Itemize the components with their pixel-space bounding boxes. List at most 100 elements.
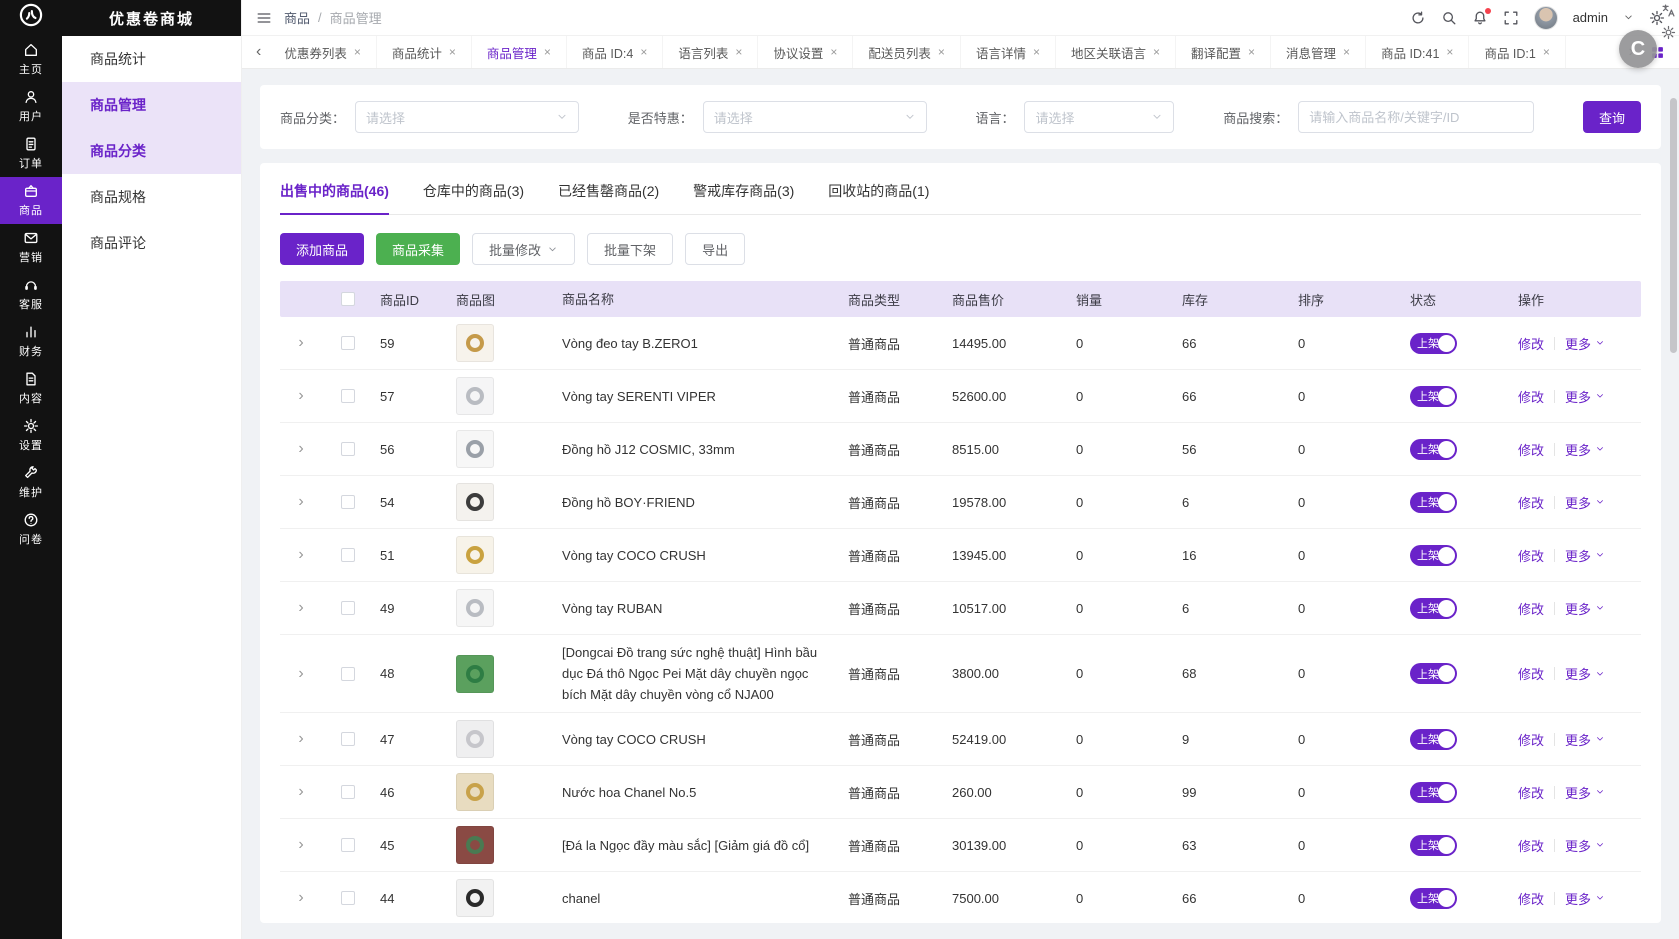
status-toggle[interactable]: 上架 (1410, 544, 1457, 566)
page-tab[interactable]: 商品管理 × (472, 36, 567, 68)
product-image[interactable] (456, 483, 494, 521)
row-checkbox[interactable] (341, 389, 355, 403)
row-checkbox[interactable] (341, 601, 355, 615)
edit-link[interactable]: 修改 (1518, 493, 1544, 512)
avatar[interactable] (1533, 5, 1558, 30)
row-expand-icon[interactable]: › (298, 730, 303, 748)
more-link[interactable]: 更多 (1565, 493, 1605, 512)
status-toggle[interactable]: 上架 (1410, 385, 1457, 407)
rail-item[interactable]: 维护 (0, 459, 62, 506)
rail-item[interactable]: 主页 (0, 36, 62, 83)
row-expand-icon[interactable]: › (298, 334, 303, 352)
status-toggle[interactable]: 上架 (1410, 834, 1457, 856)
breadcrumb-parent[interactable]: 商品 (284, 8, 310, 27)
fullscreen-icon[interactable] (1503, 10, 1519, 26)
tab-close-icon[interactable]: × (938, 45, 945, 59)
edit-link[interactable]: 修改 (1518, 783, 1544, 802)
more-link[interactable]: 更多 (1565, 730, 1605, 749)
page-tab[interactable]: 协议设置 × (758, 36, 854, 68)
row-checkbox[interactable] (341, 548, 355, 562)
page-tab[interactable]: 商品 ID:1 × (1469, 36, 1566, 68)
product-status-tab[interactable]: 警戒库存商品(3) (693, 181, 794, 214)
vertical-scrollbar-thumb[interactable] (1670, 98, 1677, 353)
app-logo[interactable] (0, 0, 62, 36)
more-link[interactable]: 更多 (1565, 334, 1605, 353)
row-checkbox[interactable] (341, 891, 355, 905)
rail-item[interactable]: 订单 (0, 130, 62, 177)
sidebar-item[interactable]: 商品评论 (62, 220, 241, 266)
row-expand-icon[interactable]: › (298, 599, 303, 617)
page-tab[interactable]: 地区关联语言 × (1056, 36, 1176, 68)
product-image[interactable] (456, 589, 494, 627)
row-checkbox[interactable] (341, 732, 355, 746)
product-image[interactable] (456, 720, 494, 758)
sidebar-item[interactable]: 商品分类 (62, 128, 241, 174)
sidebar-item[interactable]: 商品统计 (62, 36, 241, 82)
sidebar-item[interactable]: 商品管理 (62, 82, 241, 128)
more-link[interactable]: 更多 (1565, 664, 1605, 683)
tab-close-icon[interactable]: × (449, 45, 456, 59)
refresh-icon[interactable] (1410, 10, 1426, 26)
status-toggle[interactable]: 上架 (1410, 597, 1457, 619)
status-toggle[interactable]: 上架 (1410, 781, 1457, 803)
sidebar-item[interactable]: 商品规格 (62, 174, 241, 220)
edit-link[interactable]: 修改 (1518, 440, 1544, 459)
row-expand-icon[interactable]: › (298, 836, 303, 854)
rail-item[interactable]: 内容 (0, 365, 62, 412)
row-checkbox[interactable] (341, 336, 355, 350)
batch-edit-button[interactable]: 批量修改 (472, 233, 576, 265)
rail-item[interactable]: 营销 (0, 224, 62, 271)
rail-item[interactable]: 设置 (0, 412, 62, 459)
rail-item[interactable]: 客服 (0, 271, 62, 318)
product-image[interactable] (456, 430, 494, 468)
row-expand-icon[interactable]: › (298, 665, 303, 683)
export-button[interactable]: 导出 (685, 233, 746, 265)
more-link[interactable]: 更多 (1565, 440, 1605, 459)
product-image[interactable] (456, 536, 494, 574)
page-tab[interactable]: 配送员列表 × (853, 36, 961, 68)
row-checkbox[interactable] (341, 666, 355, 681)
product-image[interactable] (456, 879, 494, 917)
row-expand-icon[interactable]: › (298, 889, 303, 907)
page-tab[interactable]: 语言列表 × (663, 36, 759, 68)
product-image[interactable] (456, 773, 494, 811)
product-image[interactable] (456, 324, 494, 362)
more-link[interactable]: 更多 (1565, 783, 1605, 802)
status-toggle[interactable]: 上架 (1410, 332, 1457, 354)
row-checkbox[interactable] (341, 785, 355, 799)
tab-close-icon[interactable]: × (1543, 45, 1550, 59)
row-expand-icon[interactable]: › (298, 493, 303, 511)
product-search-input[interactable] (1298, 101, 1535, 133)
category-select[interactable]: 请选择 (355, 101, 580, 133)
language-select[interactable]: 请选择 (1024, 101, 1175, 133)
special-select[interactable]: 请选择 (702, 101, 927, 133)
edit-link[interactable]: 修改 (1518, 730, 1544, 749)
rail-item[interactable]: 问卷 (0, 506, 62, 553)
tab-close-icon[interactable]: × (1343, 45, 1350, 59)
page-tab[interactable]: 商品统计 × (377, 36, 472, 68)
product-status-tab[interactable]: 回收站的商品(1) (828, 181, 929, 214)
status-toggle[interactable]: 上架 (1410, 663, 1457, 684)
edit-link[interactable]: 修改 (1518, 334, 1544, 353)
rail-item[interactable]: 商品 (0, 177, 62, 224)
search-button[interactable]: 查询 (1582, 101, 1641, 133)
add-product-button[interactable]: 添加商品 (280, 233, 365, 265)
status-toggle[interactable]: 上架 (1410, 491, 1457, 513)
tab-close-icon[interactable]: × (830, 45, 837, 59)
user-menu-chevron-icon[interactable] (1623, 12, 1634, 23)
tab-close-icon[interactable]: × (1153, 45, 1160, 59)
edit-link[interactable]: 修改 (1518, 546, 1544, 565)
edit-link[interactable]: 修改 (1518, 599, 1544, 618)
collapse-menu-icon[interactable] (256, 10, 272, 26)
more-link[interactable]: 更多 (1565, 836, 1605, 855)
floating-brand-bubble[interactable]: C (1619, 30, 1657, 68)
product-image[interactable] (456, 826, 494, 864)
batch-offshelf-button[interactable]: 批量下架 (587, 233, 674, 265)
edit-link[interactable]: 修改 (1518, 664, 1544, 683)
page-tab[interactable]: 优惠券列表 × (269, 36, 377, 68)
tab-close-icon[interactable]: × (735, 45, 742, 59)
language-toggle-icon[interactable] (1661, 3, 1676, 18)
more-link[interactable]: 更多 (1565, 546, 1605, 565)
page-tab[interactable]: 商品 ID:4 × (567, 36, 664, 68)
status-toggle[interactable]: 上架 (1410, 728, 1457, 750)
